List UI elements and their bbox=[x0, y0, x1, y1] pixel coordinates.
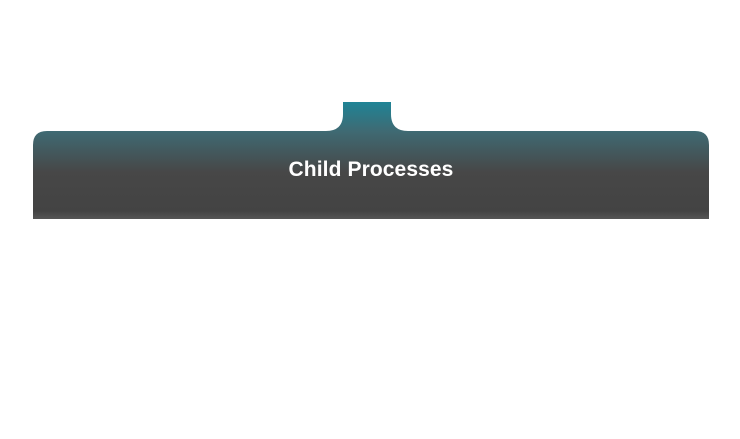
panel-header-shape bbox=[33, 102, 709, 219]
panel-title: Child Processes bbox=[288, 158, 454, 181]
